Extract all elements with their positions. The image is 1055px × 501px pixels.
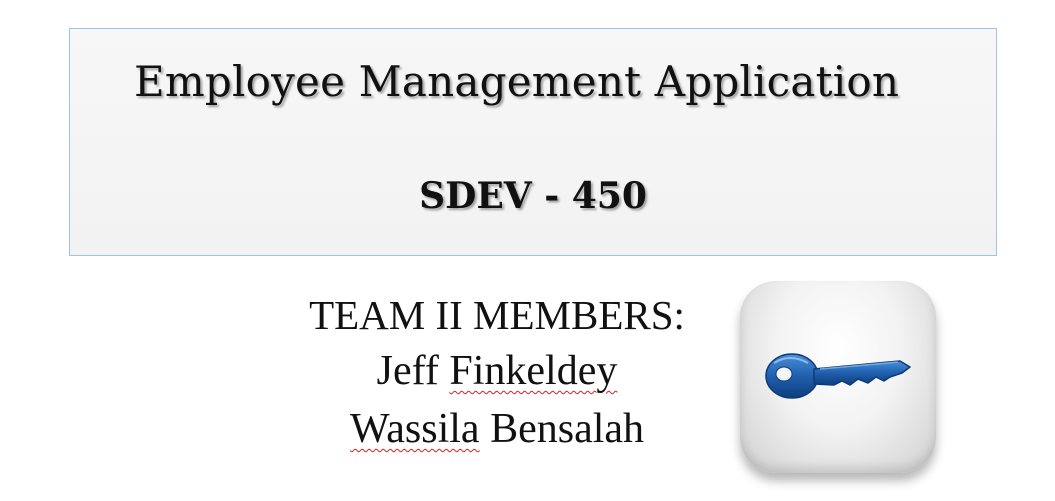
member-2-first-name: Wassila (349, 406, 480, 452)
team-member-1: Jeff Finkeldey (262, 342, 732, 400)
key-icon-tile (740, 281, 936, 473)
member-2-last-name: Bensalah (490, 406, 645, 452)
member-1-last-name: Finkeldey (449, 348, 618, 394)
member-1-first-name: Jeff (376, 348, 439, 394)
key-icon (765, 353, 911, 399)
team-members-block: TEAM II MEMBERS: Jeff Finkeldey Wassila … (262, 288, 732, 458)
team-member-2: Wassila Bensalah (262, 400, 732, 458)
title-box: Employee Management Application SDEV - 4… (69, 28, 997, 256)
team-heading: TEAM II MEMBERS: (309, 292, 685, 338)
course-code: SDEV - 450 (419, 175, 647, 217)
app-title: Employee Management Application (134, 57, 900, 106)
